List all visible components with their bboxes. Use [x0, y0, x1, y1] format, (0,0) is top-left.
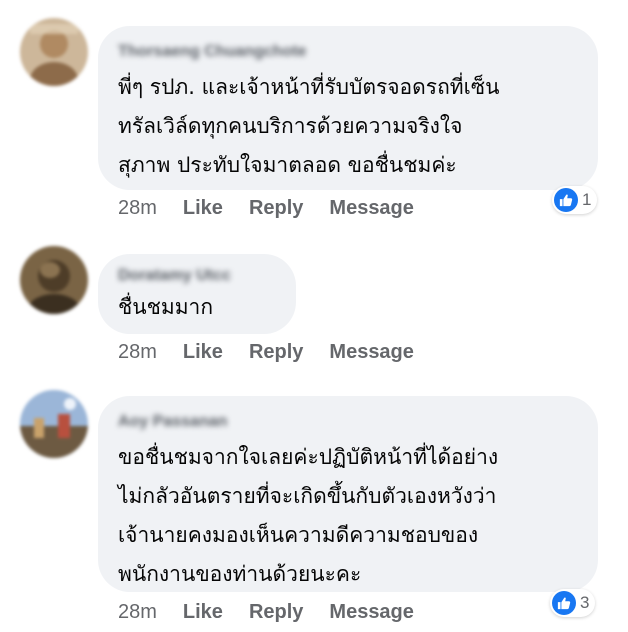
comment-text: พี่ๆ รปภ. และเจ้าหน้าที่รับบัตรจอดรถที่เ…	[118, 75, 500, 177]
like-button[interactable]: Like	[183, 601, 223, 624]
comment-author[interactable]: Aoy Passanan	[118, 410, 576, 434]
avatar-image	[20, 390, 88, 458]
comment-author[interactable]: Doratamy Utcc	[118, 264, 274, 288]
comment-bubble: Doratamy Utcc ชื่นชมมาก	[98, 254, 296, 334]
avatar-image	[20, 18, 88, 86]
reaction-count-badge[interactable]: 3	[550, 589, 596, 617]
comment-author[interactable]: Thorsaeng Chuangchote	[118, 40, 576, 64]
like-thumb-icon	[552, 591, 576, 615]
comment-bubble: Aoy Passanan ขอชื่นชมจากใจเลยค่ะปฏิบัติห…	[98, 396, 598, 592]
comment-text: ขอชื่นชมจากใจเลยค่ะปฏิบัติหน้าที่ได้อย่า…	[118, 445, 499, 586]
reaction-count: 3	[580, 593, 590, 612]
message-button[interactable]: Message	[329, 601, 414, 624]
comment-actions: 28m Like Reply Message	[118, 336, 440, 368]
reaction-count-badge[interactable]: 1	[552, 186, 598, 214]
message-button[interactable]: Message	[329, 197, 414, 220]
avatar-image	[20, 246, 88, 314]
comment-actions: 28m Like Reply Message	[118, 192, 440, 224]
reaction-count: 1	[582, 190, 592, 209]
like-button[interactable]: Like	[183, 197, 223, 220]
comment-text: ชื่นชมมาก	[118, 295, 214, 319]
comment-actions: 28m Like Reply Message	[118, 596, 440, 628]
comment-bubble: Thorsaeng Chuangchote พี่ๆ รปภ. และเจ้าห…	[98, 26, 598, 190]
reply-button[interactable]: Reply	[249, 197, 303, 220]
avatar[interactable]	[20, 390, 88, 458]
reply-button[interactable]: Reply	[249, 341, 303, 364]
avatar[interactable]	[20, 246, 88, 314]
like-button[interactable]: Like	[183, 341, 223, 364]
comment-timestamp[interactable]: 28m	[118, 601, 157, 624]
reply-button[interactable]: Reply	[249, 601, 303, 624]
comment-timestamp[interactable]: 28m	[118, 197, 157, 220]
like-thumb-icon	[554, 188, 578, 212]
comment-timestamp[interactable]: 28m	[118, 341, 157, 364]
avatar[interactable]	[20, 18, 88, 86]
message-button[interactable]: Message	[329, 341, 414, 364]
